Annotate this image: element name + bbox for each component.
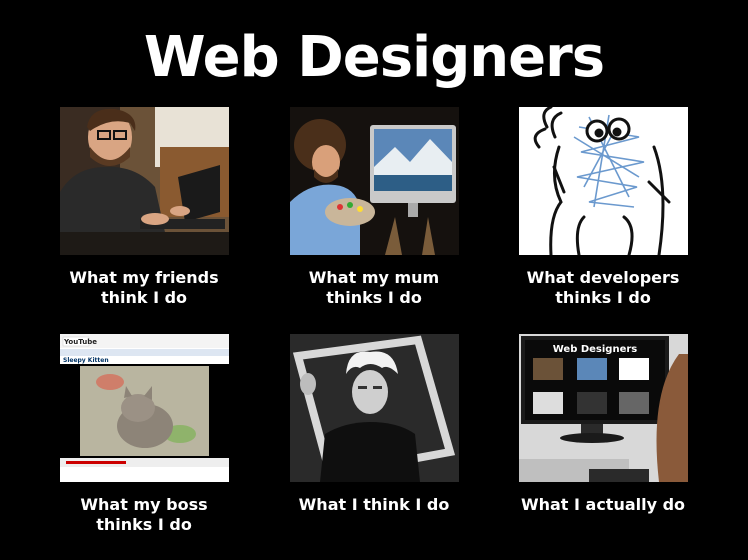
site-logo-text: YouTube	[63, 338, 97, 346]
caption-developers: What developers thinks I do	[526, 268, 680, 307]
screen-title-text: Web Designers	[553, 344, 638, 355]
monitor-showing-meme-illustration: Web Designers	[519, 334, 688, 482]
i-think-panel-image	[290, 334, 459, 482]
caption-actually: What I actually do	[520, 495, 686, 514]
video-title-text: Sleepy Kitten	[63, 357, 109, 364]
mum-panel-image	[290, 107, 459, 255]
painter-with-monitor-illustration	[290, 107, 459, 255]
caption-mum: What my mum thinks I do	[308, 268, 440, 307]
monster-crayon-sketch-illustration	[519, 107, 688, 255]
page-title: Web Designers	[143, 25, 605, 90]
video-site-screenshot-illustration: YouTube Sleepy Kitten	[60, 334, 229, 482]
developers-panel-image	[519, 107, 688, 255]
caption-friends: What my friends think I do	[69, 268, 219, 307]
man-with-laptop-illustration	[60, 107, 229, 255]
actually-panel-image: Web Designers	[519, 334, 688, 482]
caption-i-think: What I think I do	[298, 495, 450, 514]
friends-panel-image	[60, 107, 229, 255]
caption-boss: What my boss thinks I do	[80, 495, 208, 534]
boss-panel-image: YouTube Sleepy Kitten	[60, 334, 229, 482]
artist-with-frame-illustration	[290, 334, 459, 482]
